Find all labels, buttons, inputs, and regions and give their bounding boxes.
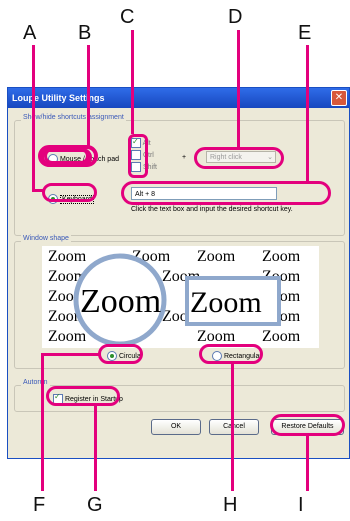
leader-a: [32, 45, 35, 191]
circular-loupe-word: Zoom: [80, 283, 161, 320]
callout-d: D: [228, 6, 243, 28]
leader-b: [87, 45, 90, 146]
leader-e: [306, 45, 309, 182]
leader-i: [306, 435, 309, 491]
preview-word: Zoom: [197, 248, 236, 265]
leader-d: [237, 30, 240, 147]
window-shape-group-title: Window shape: [21, 235, 71, 242]
callout-h: H: [223, 494, 238, 516]
callout-i: I: [298, 494, 304, 516]
ring-restore: [270, 414, 345, 436]
shortcuts-group-title: Show/hide shortcuts assignment: [21, 114, 126, 121]
rectangular-loupe-word: Zoom: [190, 286, 262, 319]
ok-button[interactable]: OK: [151, 419, 201, 435]
cancel-button[interactable]: Cancel: [209, 419, 259, 435]
preview-word: Zoom: [48, 248, 87, 265]
leader-a-h: [32, 189, 44, 192]
ring-modifiers: [128, 134, 148, 178]
callout-g: G: [87, 494, 103, 516]
ring-mouse-button: [194, 147, 284, 169]
leader-f-h: [41, 353, 99, 356]
shape-preview: Zoom Zoom Zoom Zoom Zoom Zoom Zoom Zoom …: [42, 246, 319, 348]
leader-f: [41, 353, 44, 491]
leader-h: [231, 363, 234, 491]
zoom-preview-graphic: Zoom Zoom Zoom Zoom Zoom Zoom Zoom Zoom …: [48, 248, 301, 347]
ring-mouse-touchpad: [38, 145, 98, 167]
callout-f: F: [33, 494, 46, 516]
autorun-group-title: Autorun: [21, 379, 50, 386]
callout-a: A: [23, 22, 37, 44]
ring-keyboard: [42, 183, 97, 202]
ring-startup: [46, 386, 120, 406]
ring-circular: [98, 344, 143, 364]
shortcut-hint: Click the text box and input the desired…: [131, 206, 293, 213]
ring-shortcut-input: [121, 181, 331, 205]
close-icon[interactable]: ✕: [331, 90, 347, 106]
dialog-title: Loupe Utility Settings: [12, 93, 105, 103]
title-bar: Loupe Utility Settings ✕: [8, 88, 349, 108]
plus-sign: +: [182, 154, 187, 161]
callout-e: E: [298, 22, 312, 44]
shortcuts-group: Show/hide shortcuts assignment Mouse / T…: [14, 114, 345, 236]
leader-c: [131, 30, 134, 134]
leader-g: [94, 405, 97, 491]
preview-word: Zoom: [197, 328, 236, 345]
preview-word: Zoom: [48, 328, 87, 345]
preview-word: Zoom: [262, 248, 301, 265]
ring-rectangular: [199, 344, 263, 364]
callout-c: C: [120, 6, 135, 28]
callout-b: B: [78, 22, 92, 44]
preview-word: Zoom: [262, 328, 301, 345]
window-shape-group: Window shape Zoom Zoom Zoom Zoom Zoom Zo…: [14, 235, 345, 369]
